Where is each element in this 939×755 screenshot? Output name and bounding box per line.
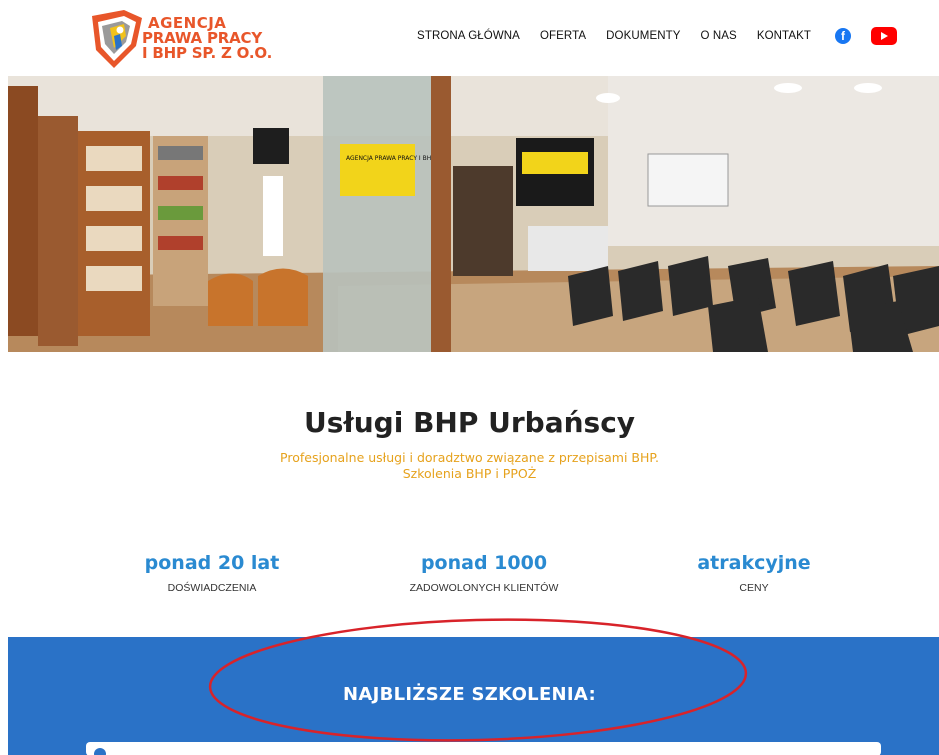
youtube-icon[interactable] <box>871 27 897 45</box>
facebook-icon[interactable]: f <box>835 28 851 44</box>
stat-label: DOŚWIADCZENIA <box>167 582 257 594</box>
logo-line-3: I BHP SP. Z O.O. <box>142 44 273 62</box>
nav-item-offer[interactable]: OFERTA <box>540 30 586 42</box>
stat-value: atrakcyjne <box>697 552 811 574</box>
logo-emblem-icon <box>92 10 142 68</box>
stat-value: ponad 1000 <box>420 552 548 574</box>
stat-label: CENY <box>739 582 769 594</box>
main-nav: STRONA GŁÓWNA OFERTA DOKUMENTY O NAS KON… <box>417 27 897 45</box>
social-links: f <box>835 27 897 45</box>
page-title: Usługi BHP Urbańscy <box>303 406 636 439</box>
nav-item-contact[interactable]: KONTAKT <box>757 30 811 42</box>
stat-experience: ponad 20 lat DOŚWIADCZENIA <box>82 552 342 594</box>
stat-prices: atrakcyjne CENY <box>624 552 884 594</box>
subtitle-line-2: Szkolenia BHP i PPOŻ <box>402 466 537 481</box>
logo-text: AGENCJA PRAWA PRACY I BHP SP. Z O.O. <box>142 16 272 61</box>
subtitle-line-1: Profesjonalne usługi i doradztwo związan… <box>280 450 659 465</box>
page-subtitle: Profesjonalne usługi i doradztwo związan… <box>0 450 939 482</box>
hero-office-panorama: AGENCJA PRAWA PRACY I BHP <box>8 76 939 352</box>
svg-text:AGENCJA PRAWA PRACY I BHP: AGENCJA PRAWA PRACY I BHP <box>346 155 435 162</box>
bullet-icon <box>94 748 106 755</box>
nav-item-documents[interactable]: DOKUMENTY <box>606 30 680 42</box>
site-header: AGENCJA PRAWA PRACY I BHP SP. Z O.O. STR… <box>0 0 939 76</box>
stat-clients: ponad 1000 ZADOWOLONYCH KLIENTÓW <box>354 552 614 594</box>
trainings-list-box[interactable] <box>86 742 881 755</box>
nav-item-home[interactable]: STRONA GŁÓWNA <box>417 30 520 42</box>
nav-item-about[interactable]: O NAS <box>701 30 737 42</box>
company-logo[interactable]: AGENCJA PRAWA PRACY I BHP SP. Z O.O. <box>84 6 284 72</box>
trainings-title: NAJBLIŻSZE SZKOLENIA: <box>343 684 596 705</box>
stat-label: ZADOWOLONYCH KLIENTÓW <box>409 582 559 594</box>
office-panorama-image: AGENCJA PRAWA PRACY I BHP <box>8 76 939 352</box>
stat-value: ponad 20 lat <box>144 552 280 574</box>
